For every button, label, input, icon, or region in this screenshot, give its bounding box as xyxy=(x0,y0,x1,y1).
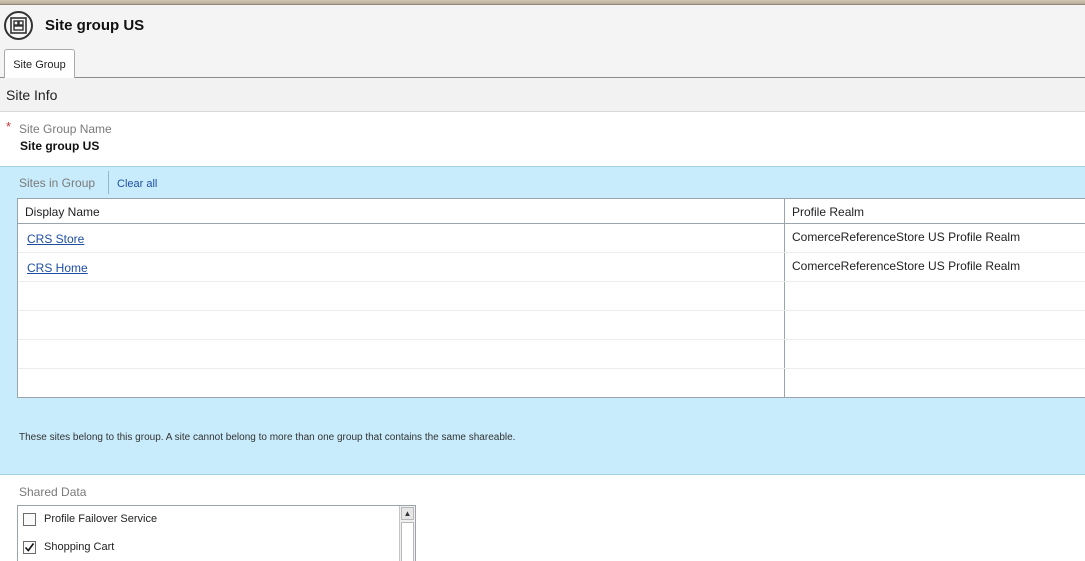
site-group-icon xyxy=(4,11,33,40)
profile-failover-checkbox[interactable] xyxy=(23,513,36,526)
table-header: Display Name Profile Realm xyxy=(18,199,1085,224)
empty-table-row xyxy=(18,340,1085,369)
column-header-display-name[interactable]: Display Name xyxy=(25,205,100,219)
table-row[interactable]: CRS Store ComerceReferenceStore US Profi… xyxy=(18,224,1085,253)
site-group-name-label: Site Group Name xyxy=(19,122,112,136)
shared-data-item-profile-failover[interactable]: Profile Failover Service xyxy=(18,506,400,534)
scroll-thumb[interactable] xyxy=(401,522,414,561)
required-indicator: * xyxy=(6,119,12,134)
shared-data-list: Profile Failover Service Shopping Cart ▲ xyxy=(17,505,416,561)
shopping-cart-checkbox[interactable] xyxy=(23,541,36,554)
site-group-name-value: Site group US xyxy=(20,139,100,153)
sites-in-group-label: Sites in Group xyxy=(19,176,96,190)
empty-table-row xyxy=(18,369,1085,398)
list-scrollbar[interactable]: ▲ xyxy=(399,506,415,561)
section-title: Site Info xyxy=(6,87,58,103)
column-header-profile-realm[interactable]: Profile Realm xyxy=(792,205,864,219)
empty-table-row xyxy=(18,282,1085,311)
table-row[interactable]: CRS Home ComerceReferenceStore US Profil… xyxy=(18,253,1085,282)
sites-in-group-panel: Sites in Group Clear all Display Name Pr… xyxy=(0,166,1085,475)
profile-realm-cell: ComerceReferenceStore US Profile Realm xyxy=(792,259,1021,273)
shared-data-item-shopping-cart[interactable]: Shopping Cart xyxy=(18,534,400,561)
shared-data-item-label: Shopping Cart xyxy=(44,541,115,553)
sites-table: Display Name Profile Realm CRS Store Com… xyxy=(17,198,1085,398)
checkmark-icon xyxy=(24,543,35,552)
section-header: Site Info xyxy=(0,78,1085,112)
shared-data-label: Shared Data xyxy=(19,485,87,499)
tab-site-group[interactable]: Site Group xyxy=(4,49,75,79)
page-header: Site group US Site Group xyxy=(0,5,1085,79)
profile-realm-cell: ComerceReferenceStore US Profile Realm xyxy=(792,230,1021,244)
page-title: Site group US xyxy=(45,17,145,34)
scroll-up-arrow-icon[interactable]: ▲ xyxy=(401,507,414,520)
sites-info-text: These sites belong to this group. A site… xyxy=(19,432,516,443)
site-link-crs-home[interactable]: CRS Home xyxy=(27,261,88,275)
toolbar-divider xyxy=(108,171,109,194)
empty-table-row xyxy=(18,311,1085,340)
clear-all-button[interactable]: Clear all xyxy=(117,178,157,190)
shared-data-item-label: Profile Failover Service xyxy=(44,513,158,525)
site-link-crs-store[interactable]: CRS Store xyxy=(27,232,84,246)
